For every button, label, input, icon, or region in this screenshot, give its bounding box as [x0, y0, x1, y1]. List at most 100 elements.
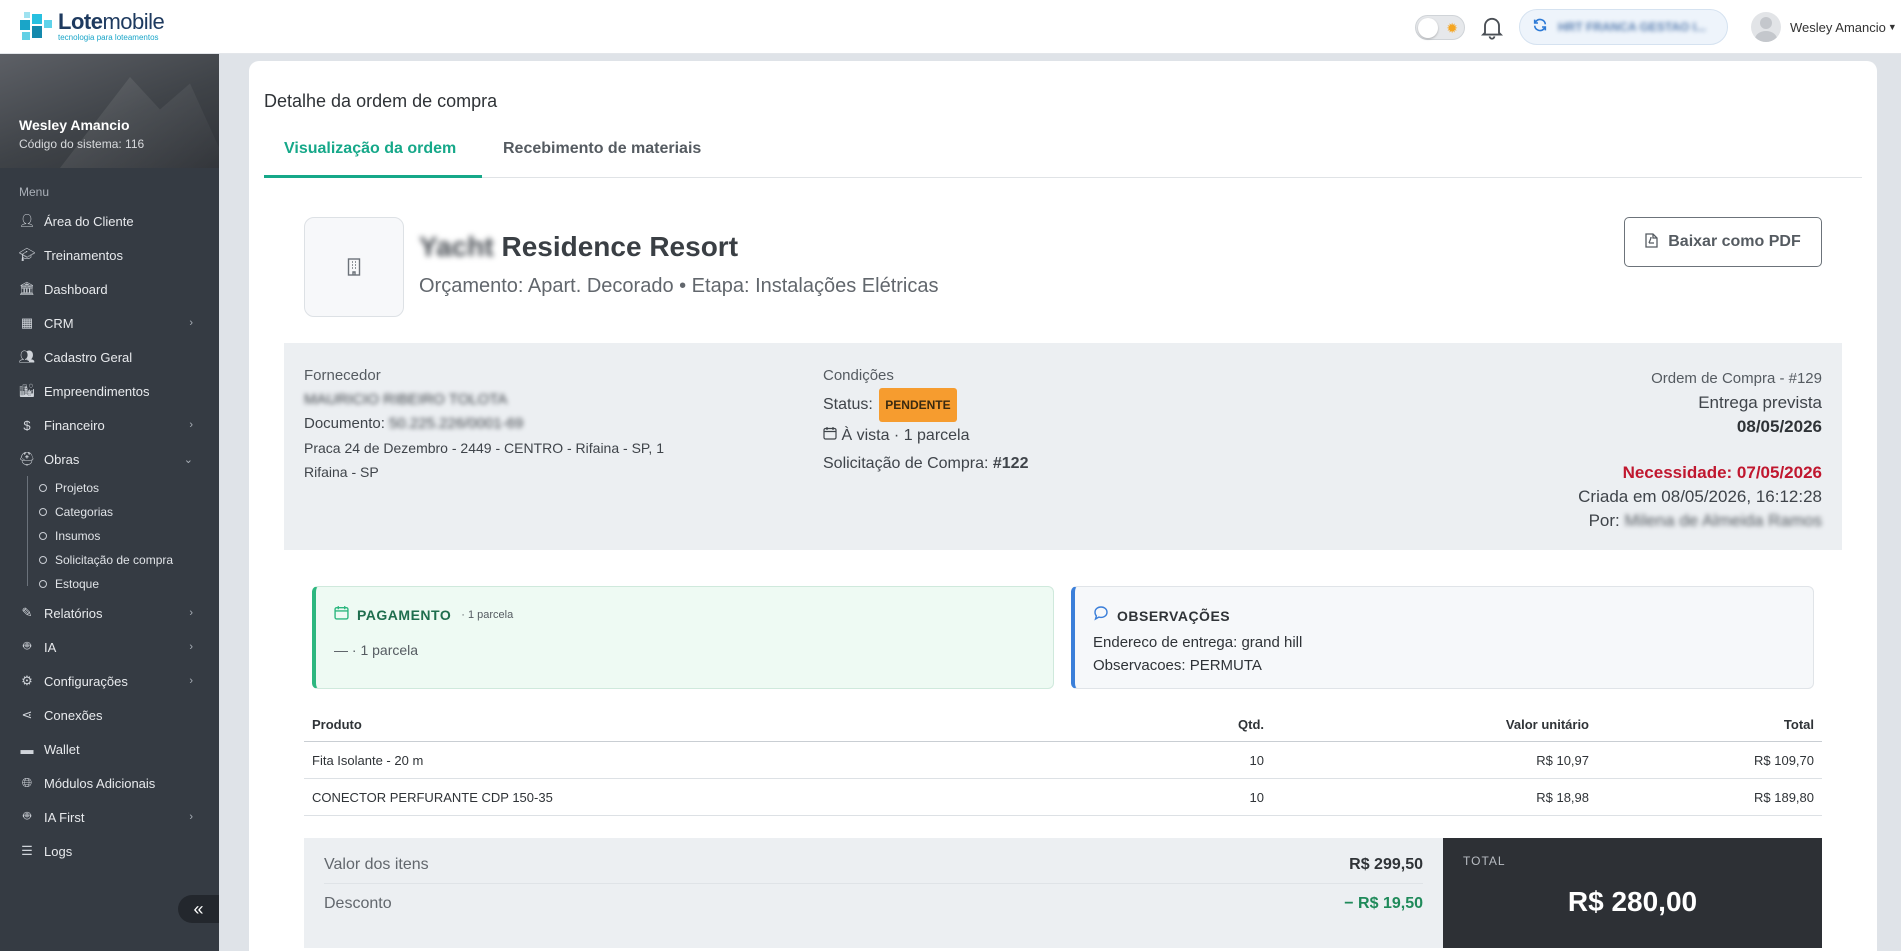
table-icon: ▦ — [20, 315, 34, 330]
purchase-request-label: Solicitação de Compra: — [823, 455, 989, 472]
project-title: Yacht Residence Resort — [419, 231, 738, 263]
delivery-label: Entrega prevista — [1698, 393, 1822, 412]
submenu-item-solicitacao-compra[interactable]: Solicitação de compra — [30, 548, 219, 572]
purchase-request-value[interactable]: #122 — [993, 455, 1029, 472]
company-name: HRT FRANCA GESTAO I... — [1558, 20, 1706, 34]
sidebar-item-crm[interactable]: ▦ CRM › — [0, 306, 219, 340]
mountain-background — [40, 77, 219, 168]
payment-title: PAGAMENTO — [357, 607, 452, 623]
sidebar-item-cadastro-geral[interactable]: 👥︎ Cadastro Geral — [0, 340, 219, 374]
discount-value: − R$ 19,50 — [1344, 894, 1423, 912]
collapse-sidebar-button[interactable]: « — [178, 895, 219, 923]
payment-body: — · 1 parcela — [334, 642, 419, 658]
obras-submenu: Projetos Categorias Insumos Solicitação … — [0, 476, 219, 596]
users-icon: 👥︎ — [18, 349, 36, 364]
sidebar-item-area-cliente[interactable]: 👤︎ Área do Cliente — [0, 204, 219, 238]
bell-icon[interactable] — [1478, 13, 1506, 41]
report-icon: ✎ — [21, 605, 33, 620]
status-label: Status: — [823, 396, 873, 414]
submenu-item-categorias[interactable]: Categorias — [30, 500, 219, 524]
sidebar-item-modulos-adicionais[interactable]: 🌐︎ Módulos Adicionais — [0, 766, 219, 800]
chevron-right-icon: › — [189, 811, 193, 823]
submenu-item-insumos[interactable]: Insumos — [30, 524, 219, 548]
supplier-address-line1: Praca 24 de Dezembro - 2449 - CENTRO - R… — [304, 440, 665, 456]
tab-recebimento-materiais[interactable]: Recebimento de materiais — [503, 135, 701, 178]
sidebar-item-treinamentos[interactable]: 🎓︎ Treinamentos — [0, 238, 219, 272]
logo-tagline: tecnologia para loteamentos — [58, 32, 159, 42]
project-title-name: Residence Resort — [501, 231, 739, 262]
sidebar-item-label: Logs — [44, 843, 73, 859]
download-pdf-button[interactable]: Baixar como PDF — [1624, 217, 1822, 267]
theme-toggle[interactable]: ✹ — [1415, 15, 1465, 40]
sidebar-item-configuracoes[interactable]: ⚙︎ Configurações › — [0, 664, 219, 698]
chevron-right-icon: › — [189, 607, 193, 619]
cell-total: R$ 109,70 — [1754, 752, 1814, 768]
calendar-icon — [823, 427, 837, 444]
sidebar-item-conexoes[interactable]: ⋖ Conexões — [0, 698, 219, 732]
conditions-label: Condições — [823, 367, 894, 384]
payment-terms-row: À vista · 1 parcela — [823, 422, 1028, 450]
sidebar-item-ia[interactable]: 🤖︎ IA › — [0, 630, 219, 664]
sidebar-item-label: Dashboard — [44, 281, 108, 297]
sidebar-item-label: Obras — [44, 451, 80, 467]
hardhat-icon: ⛑︎ — [18, 451, 36, 466]
order-info-panel: Fornecedor MAURICIO RIBEIRO TOLOTA Docum… — [284, 343, 1842, 550]
conditions-column: Condições Status: PENDENTE À vista · 1 p… — [823, 367, 1028, 478]
payment-box: PAGAMENTO · 1 parcela — · 1 parcela — [312, 586, 1054, 689]
logo[interactable]: Lotemobile tecnologia para loteamentos — [18, 10, 165, 42]
submenu-item-label: Categorias — [55, 505, 114, 519]
column-header-qtd: Qtd. — [1238, 716, 1264, 732]
sidebar-item-label: CRM — [44, 315, 74, 331]
sidebar-item-label: Financeiro — [44, 417, 105, 433]
submenu-item-projetos[interactable]: Projetos — [30, 476, 219, 500]
sidebar-item-label: Relatórios — [44, 605, 103, 621]
sidebar-item-relatorios[interactable]: ✎ Relatórios › — [0, 596, 219, 630]
discount-label: Desconto — [324, 894, 392, 912]
grand-total-value: R$ 280,00 — [1567, 886, 1698, 917]
sidebar-item-dashboard[interactable]: 🏛︎ Dashboard — [0, 272, 219, 306]
sidebar-nav: 👤︎ Área do Cliente 🎓︎ Treinamentos 🏛︎ Dashb… — [0, 204, 219, 868]
items-value-row: Valor dos itens R$ 299,50 — [324, 847, 1423, 884]
robot-icon: 🤖︎ — [23, 638, 31, 653]
status-badge: PENDENTE — [879, 388, 957, 422]
sidebar-item-financeiro[interactable]: $ Financeiro › — [0, 408, 219, 442]
grand-total-label: TOTAL — [1463, 854, 1506, 868]
sidebar-item-empreendimentos[interactable]: 🏙︎ Empreendimentos — [0, 374, 219, 408]
sidebar-header: Wesley Amancio Código do sistema: 116 — [0, 54, 219, 168]
sun-icon: ✹ — [1446, 20, 1458, 36]
sidebar-system-code: Código do sistema: 116 — [19, 137, 145, 151]
sidebar-item-label: Cadastro Geral — [44, 349, 133, 365]
submenu-item-label: Insumos — [55, 529, 101, 543]
money-hand-icon: $ — [23, 417, 31, 433]
chevron-right-icon: › — [189, 317, 193, 329]
supplier-name: MAURICIO RIBEIRO TOLOTA — [304, 391, 508, 408]
company-selector[interactable]: HRT FRANCA GESTAO I... — [1519, 9, 1728, 45]
tab-visualizacao-ordem[interactable]: Visualização da ordem — [264, 135, 482, 178]
sidebar-item-logs[interactable]: ☰ Logs — [0, 834, 219, 868]
purchase-request-row: Solicitação de Compra: #122 — [823, 450, 1028, 478]
sidebar-item-label: IA First — [44, 809, 85, 825]
bank-icon: 🏛︎ — [18, 281, 36, 296]
table-row: Fita Isolante - 20 m 10 R$ 10,97 R$ 109,… — [304, 742, 1822, 779]
grand-total-box: TOTAL R$ 280,00 — [1443, 838, 1822, 948]
menu-title: Menu — [19, 185, 50, 199]
sidebar-item-ia-first[interactable]: 🤖︎ IA First › — [0, 800, 219, 834]
sidebar-item-label: Wallet — [44, 741, 80, 757]
user-menu[interactable]: Wesley Amancio ▼ — [1751, 12, 1897, 42]
sidebar-item-wallet[interactable]: ▬ Wallet — [0, 732, 219, 766]
sidebar-item-obras[interactable]: ⛑︎ Obras ⌄ — [0, 442, 219, 476]
sync-icon — [1532, 17, 1548, 38]
submenu-item-estoque[interactable]: Estoque — [30, 572, 219, 596]
supplier-address-line2: Rifaina - SP — [304, 464, 379, 480]
double-chevron-left-icon: « — [193, 898, 204, 919]
document-value: 50.225.226/0001-69 — [389, 415, 524, 432]
cell-total: R$ 189,80 — [1754, 789, 1814, 805]
observations-line1: Endereco de entrega: grand hill — [1093, 634, 1303, 651]
caret-down-icon: ▼ — [1887, 22, 1897, 32]
list-icon: ☰ — [21, 843, 33, 858]
cell-qtd: 10 — [1249, 789, 1264, 805]
column-header-produto: Produto — [312, 716, 362, 732]
sidebar-item-label: Conexões — [44, 707, 103, 723]
items-table: Produto Qtd. Valor unitário Total Fita I… — [304, 707, 1822, 816]
cell-valor-unitario: R$ 18,98 — [1536, 789, 1589, 805]
